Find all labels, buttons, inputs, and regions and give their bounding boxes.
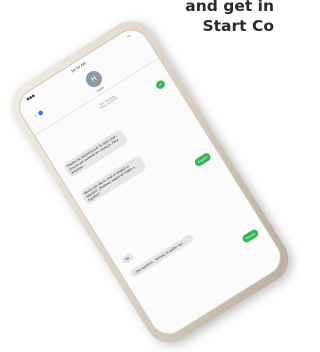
battery-icon: ▭: [126, 33, 132, 39]
headline-line-2: Start Co: [202, 17, 274, 35]
back-chevron-icon[interactable]: ‹ ●: [33, 108, 47, 120]
status-time: 10:30 AM: [70, 61, 87, 74]
message-bubble-outgoing: Female: [241, 228, 260, 244]
message-bubble-outgoing: English: [193, 151, 213, 168]
message-bubble-incoming: Ok.: [120, 252, 135, 265]
headline-line-1: and get in: [185, 0, 274, 15]
signal-icon: ●●●: [25, 93, 36, 102]
phone-mockup: ●●● 10:30 AM ▭ ‹ ● H Hotel Text Message …: [2, 12, 298, 352]
message-bubble-outgoing: Hi: [154, 78, 167, 91]
headline: and get in Start Co: [134, 0, 274, 36]
